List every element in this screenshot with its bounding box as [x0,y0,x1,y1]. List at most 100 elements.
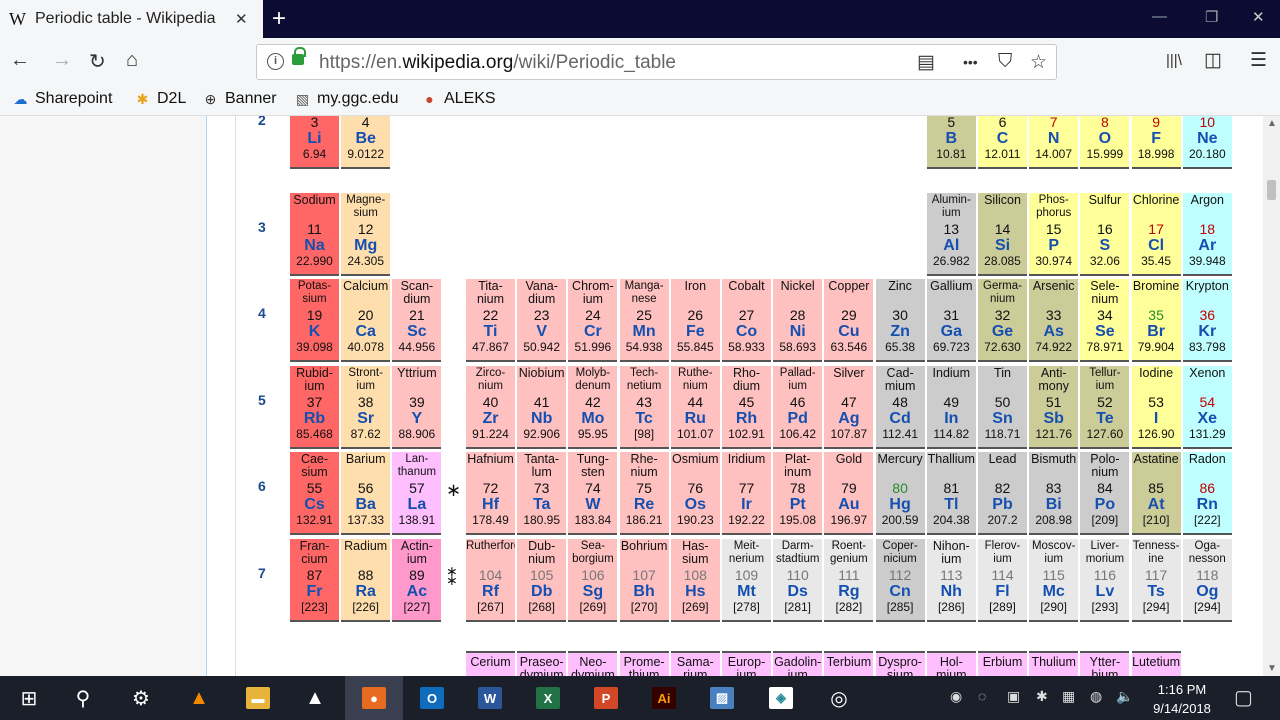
element-cell[interactable]: Polo-nium 84 Po [209] [1080,452,1130,535]
element-cell[interactable]: Lan-thanum 57 La 138.91 [392,452,442,535]
sidebar-icon[interactable]: ◫ [1204,49,1222,72]
scroll-thumb[interactable] [1267,180,1276,200]
window-close-button[interactable]: ✕ [1252,8,1265,26]
element-cell[interactable]: Lithium3Li6.94 [290,116,339,169]
element-cell[interactable]: Tita-nium 22 Ti 47.867 [466,279,515,362]
element-cell[interactable]: Cobalt 27 Co 58.933 [722,279,771,362]
element-cell[interactable]: Darm-stadtium 110 Ds [281] [773,539,823,622]
element-cell[interactable]: Tellur-ium 52 Te 127.60 [1080,366,1130,449]
element-cell[interactable]: Boron5B10.81 [926,116,976,169]
element-cell[interactable]: Rutherfordium 104Rf[267] [466,539,515,622]
element-cell[interactable]: Silver 47 Ag 107.87 [824,366,874,449]
maximize-button[interactable]: ❐ [1205,8,1218,26]
element-cell[interactable]: Manga-nese 25 Mn 54.938 [619,279,669,362]
element-cell[interactable]: Moscov-ium 115 Mc [290] [1029,539,1079,622]
element-cell[interactable]: Erbium [978,651,1027,676]
reader-view-icon[interactable]: ▤ [917,51,935,74]
taskbar-app2[interactable]: ◈ [752,676,810,720]
page-actions-icon[interactable]: ••• [963,54,978,70]
element-cell[interactable]: Copper 29 Cu 63.546 [824,279,874,362]
element-cell[interactable]: Astatine 85 At [210] [1131,452,1181,535]
element-cell[interactable]: Rubid-ium 37 Rb 85.468 [290,366,339,449]
element-cell[interactable]: Tenness-ine 117 Ts [294] [1131,539,1181,622]
url-text[interactable]: https://en.wikipedia.org/wiki/Periodic_t… [319,52,676,74]
element-cell[interactable]: Mercury 80 Hg 200.59 [875,452,925,535]
element-cell[interactable]: Beryl-lium4Be9.0122 [341,116,391,169]
element-cell[interactable]: Tanta-lum 73 Ta 180.95 [517,452,567,535]
taskbar-search[interactable]: ⚲ [54,676,112,720]
taskbar-outlook[interactable]: O [403,676,461,720]
tab-close-icon[interactable]: ✕ [235,10,248,28]
element-cell[interactable]: Yttrium 39 Y 88.906 [392,366,442,449]
element-cell[interactable]: Iron 26 Fe 55.845 [670,279,720,362]
element-cell[interactable]: Argon 18 Ar 39.948 [1182,193,1232,276]
element-cell[interactable]: Sea-borgium 106 Sg [269] [568,539,618,622]
element-cell[interactable]: Calcium 20 Ca 40.078 [341,279,391,362]
element-cell[interactable]: Dub-nium 105 Db [268] [517,539,567,622]
scroll-down-arrow-icon[interactable]: ▼ [1267,663,1277,674]
element-cell[interactable]: Alumin-ium 13 Al 26.982 [926,193,976,276]
bookmark-myggc[interactable]: ▧ my.ggc.edu [294,90,399,108]
tray-sync-icon[interactable]: ◌ [978,688,986,704]
element-cell[interactable]: Rhe-nium 75 Re 186.21 [619,452,669,535]
tray-outlook-icon[interactable]: ◍ [1090,688,1102,705]
taskbar-settings[interactable]: ⚙ [112,676,170,720]
new-tab-button[interactable]: + [272,5,286,33]
system-clock[interactable]: 1:16 PM 9/14/2018 [1140,680,1224,718]
element-cell[interactable]: Oxygen8O15.999 [1080,116,1130,169]
taskbar-app[interactable]: ▲ [286,676,344,720]
element-cell[interactable]: Potas-sium 19 K 39.098 [290,279,339,362]
element-cell[interactable]: Hol-mium [926,651,976,676]
element-cell[interactable]: Cad-mium 48 Cd 112.41 [875,366,925,449]
vertical-scrollbar[interactable]: ▲ ▼ [1263,116,1280,676]
element-cell[interactable]: Bromine 35 Br 79.904 [1131,279,1181,362]
element-cell[interactable]: Sodium 11 Na 22.990 [290,193,339,276]
element-cell[interactable]: Gadolin-ium [773,651,823,676]
element-cell[interactable]: Anti-mony 51 Sb 121.76 [1029,366,1079,449]
element-cell[interactable]: Tin 50 Sn 118.71 [978,366,1027,449]
reload-button[interactable]: ↻ [89,49,106,74]
tray-battery-icon[interactable]: ▣ [1007,688,1020,705]
element-cell[interactable]: Radium 88 Ra [226] [341,539,391,622]
taskbar-file-explorer[interactable]: ▬ [229,676,287,720]
element-cell[interactable]: Iodine 53 I 126.90 [1131,366,1181,449]
bookmark-sharepoint[interactable]: ☁ Sharepoint [12,90,113,108]
element-cell[interactable]: Sele-nium 34 Se 78.971 [1080,279,1130,362]
taskbar-firefox[interactable]: ● [345,676,403,720]
element-cell[interactable]: Arsenic 33 As 74.922 [1029,279,1079,362]
element-cell[interactable]: Has-sium 108 Hs [269] [670,539,720,622]
tray-bluetooth-icon[interactable]: ✱ [1036,688,1048,705]
element-cell[interactable]: Scan-dium 21 Sc 44.956 [392,279,442,362]
element-cell[interactable]: Stront-ium 38 Sr 87.62 [341,366,391,449]
lock-icon[interactable] [292,47,306,65]
element-cell[interactable]: Gallium 31 Ga 69.723 [926,279,976,362]
element-cell[interactable]: Ytter-bium [1080,651,1130,676]
taskbar-word[interactable]: W [461,676,519,720]
element-cell[interactable]: Nitrogen7N14.007 [1029,116,1079,169]
element-cell[interactable]: Silicon 14 Si 28.085 [978,193,1027,276]
element-cell[interactable]: Europ-ium [722,651,771,676]
element-cell[interactable]: Cae-sium 55 Cs 132.91 [290,452,339,535]
element-cell[interactable]: Tung-sten 74 W 183.84 [568,452,618,535]
element-cell[interactable]: Meit-nerium 109 Mt [278] [722,539,771,622]
element-cell[interactable]: Cerium [466,651,515,676]
element-cell[interactable]: Flerov-ium 114 Fl [289] [978,539,1027,622]
home-button[interactable]: ⌂ [126,49,138,72]
tray-network-icon[interactable]: ▦ [1062,688,1075,705]
element-cell[interactable]: Vana-dium 23 V 50.942 [517,279,567,362]
taskbar-powerpoint[interactable]: P [577,676,635,720]
element-cell[interactable]: Rho-dium 45 Rh 102.91 [722,366,771,449]
minimize-button[interactable]: — [1152,8,1167,25]
element-cell[interactable]: Nihon-ium 113 Nh [286] [926,539,976,622]
element-cell[interactable]: Carbon6C12.011 [978,116,1027,169]
tray-volume-icon[interactable]: 🔈 [1116,688,1133,705]
element-cell[interactable]: Plat-inum 78 Pt 195.08 [773,452,823,535]
element-cell[interactable]: Chlorine 17 Cl 35.45 [1131,193,1181,276]
element-cell[interactable]: Indium 49 In 114.82 [926,366,976,449]
tray-eye-icon[interactable]: ◉ [950,688,962,705]
element-cell[interactable]: Dyspro-sium [875,651,925,676]
menu-icon[interactable]: ☰ [1250,49,1267,72]
element-cell[interactable]: Lutetium [1131,651,1181,676]
element-cell[interactable]: Hafnium 72 Hf 178.49 [466,452,515,535]
element-cell[interactable]: Coper-nicium 112 Cn [285] [875,539,925,622]
